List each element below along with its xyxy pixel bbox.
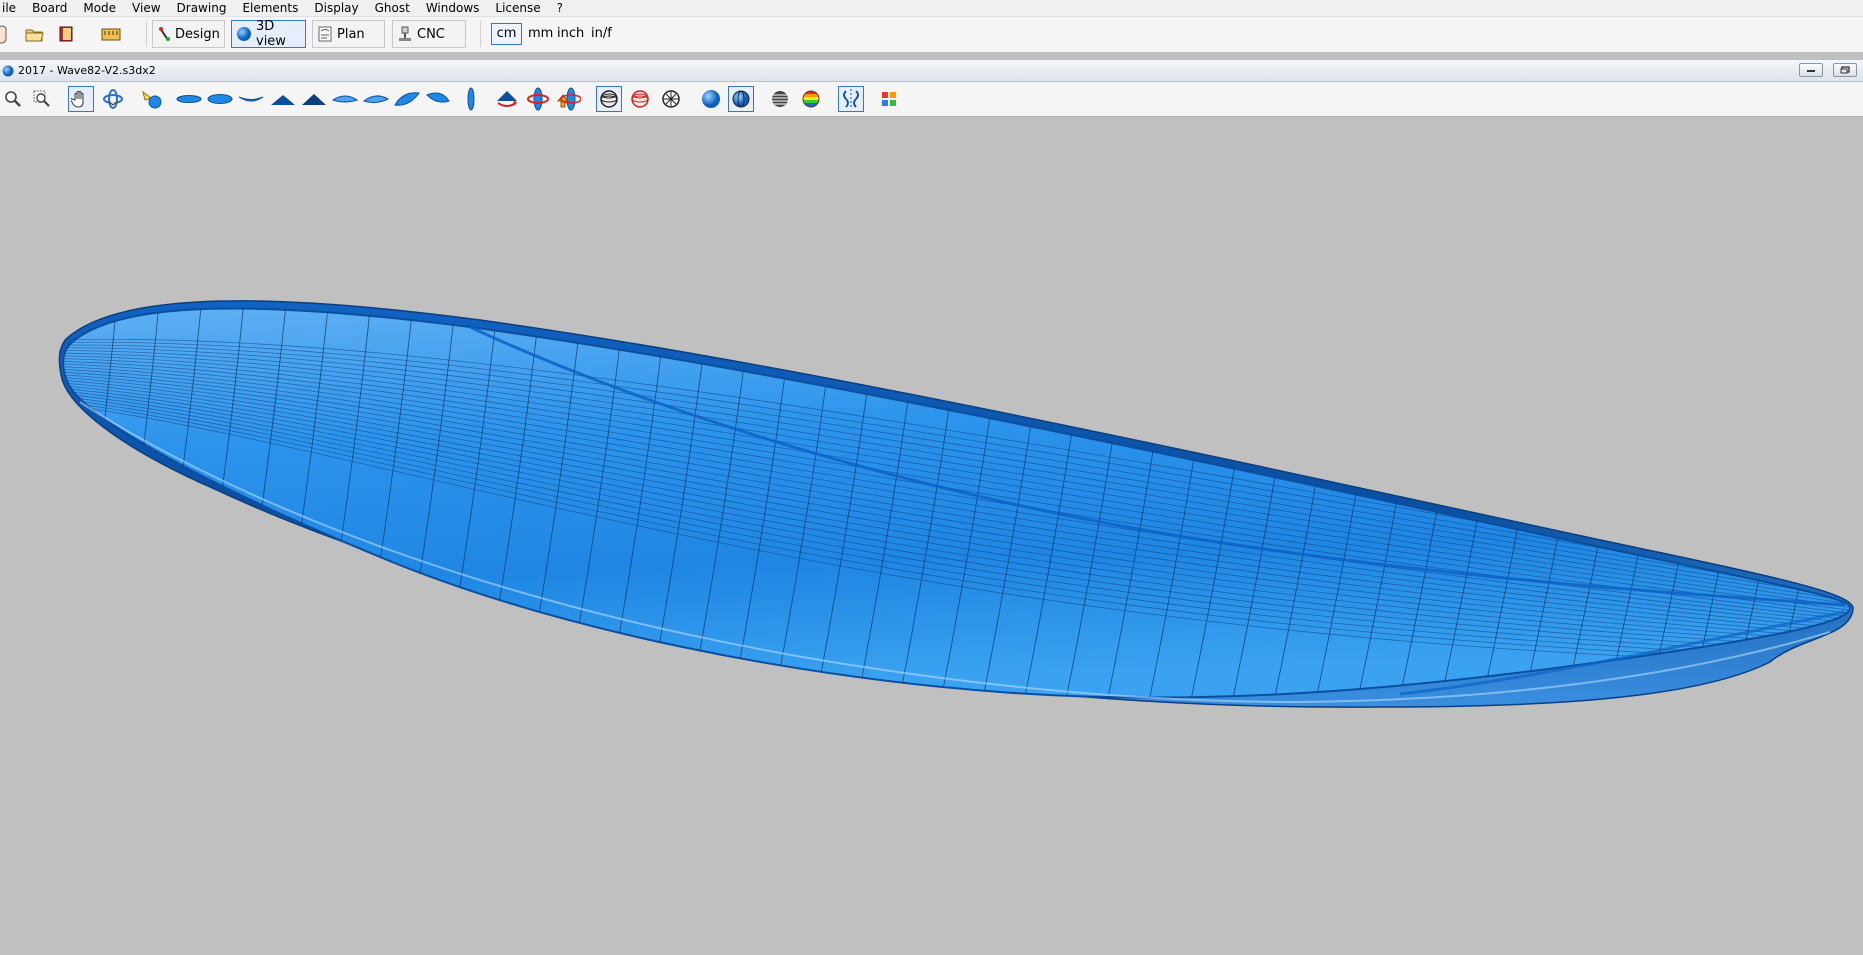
globe-icon	[236, 26, 252, 42]
globe-icon	[2, 65, 14, 77]
render-mesh-icon[interactable]	[658, 86, 684, 112]
symmetry-icon[interactable]	[838, 86, 864, 112]
menu-view[interactable]: View	[124, 0, 168, 16]
unit-inch-button[interactable]: inch	[553, 23, 588, 45]
hand-pointer-icon[interactable]	[0, 20, 12, 48]
toolbar-separator	[146, 21, 147, 47]
orbit-icon[interactable]	[494, 86, 520, 112]
render-shaded-icon[interactable]	[627, 86, 653, 112]
view-back-icon[interactable]	[301, 86, 327, 112]
measure-icon[interactable]	[100, 20, 122, 48]
view-front-icon[interactable]	[270, 86, 296, 112]
open-folder-icon[interactable]	[23, 20, 45, 48]
view-side-left-icon[interactable]	[394, 86, 420, 112]
move-light-icon[interactable]	[556, 86, 582, 112]
unit-inf-button[interactable]: in/f	[587, 23, 616, 45]
mode-plan-label: Plan	[337, 26, 365, 42]
render-hybrid-icon[interactable]	[728, 86, 754, 112]
menu-mode[interactable]: Mode	[75, 0, 124, 16]
light-icon[interactable]	[139, 86, 165, 112]
mode-design-label: Design	[175, 26, 220, 42]
mode-3dview-button[interactable]: 3D view	[231, 19, 306, 49]
menu-file[interactable]: ile	[0, 0, 24, 16]
view-side-right-icon[interactable]	[425, 86, 451, 112]
mode-plan-button[interactable]: Plan	[312, 20, 385, 48]
design-pen-icon	[157, 26, 171, 42]
minimize-window-button[interactable]	[1799, 63, 1823, 77]
mode-design-button[interactable]: Design	[152, 20, 225, 48]
menu-ghost[interactable]: Ghost	[367, 0, 418, 16]
menu-elements[interactable]: Elements	[234, 0, 306, 16]
mode-3dview-label: 3D view	[256, 19, 286, 49]
view-tail-icon[interactable]	[332, 86, 358, 112]
mesh-cross-line	[1765, 308, 1851, 698]
save-book-icon[interactable]	[55, 20, 77, 48]
menu-windows[interactable]: Windows	[418, 0, 488, 16]
render-wire-icon[interactable]	[596, 86, 622, 112]
rotate-axes-icon[interactable]	[525, 86, 551, 112]
zoom-icon[interactable]	[0, 86, 26, 112]
document-title: 2017 - Wave82-V2.s3dx2	[18, 64, 156, 77]
view-bottom-icon[interactable]	[207, 86, 233, 112]
menu-board[interactable]: Board	[24, 0, 75, 16]
view3d-toolbar	[0, 82, 1863, 117]
cnc-machine-icon	[397, 26, 413, 42]
menu-display[interactable]: Display	[306, 0, 366, 16]
document-title-bar: 2017 - Wave82-V2.s3dx2	[0, 60, 1863, 82]
colors-icon[interactable]	[876, 86, 902, 112]
rotate-icon[interactable]	[100, 86, 126, 112]
zoom-window-icon[interactable]	[29, 86, 55, 112]
unit-cm-button[interactable]: cm	[491, 23, 522, 45]
menu-bar: ile Board Mode View Drawing Elements Dis…	[0, 0, 1863, 17]
render-smooth-icon[interactable]	[698, 86, 724, 112]
menu-drawing[interactable]: Drawing	[169, 0, 235, 16]
plan-doc-icon	[317, 26, 333, 42]
mode-cnc-button[interactable]: CNC	[392, 20, 466, 48]
view-top-icon[interactable]	[176, 86, 202, 112]
menu-help[interactable]: ?	[549, 0, 571, 16]
view-rocker-icon[interactable]	[238, 86, 264, 112]
pan-hand-icon[interactable]	[68, 86, 94, 112]
restore-window-button[interactable]	[1833, 63, 1857, 77]
3d-viewport[interactable]	[0, 117, 1863, 955]
surfboard-3d-model[interactable]	[0, 117, 1863, 955]
mode-cnc-label: CNC	[417, 26, 445, 42]
stripes-icon[interactable]	[767, 86, 793, 112]
zebra-icon[interactable]	[798, 86, 824, 112]
toolbar-separator	[480, 21, 481, 47]
view-nose-icon[interactable]	[363, 86, 389, 112]
menu-license[interactable]: License	[487, 0, 548, 16]
view-edge-icon[interactable]	[458, 86, 484, 112]
main-toolbar: Design 3D view Plan CNC cm mm inch in/f	[0, 17, 1863, 53]
